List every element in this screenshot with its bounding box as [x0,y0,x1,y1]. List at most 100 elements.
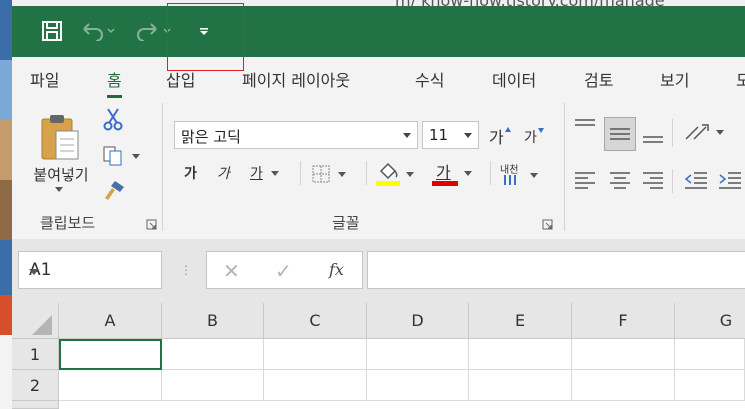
undo-icon [83,23,115,41]
cut-button[interactable] [102,107,124,131]
cell-g2[interactable] [675,370,745,401]
tab-page-layout[interactable]: 페이지 레이아웃 [242,67,350,91]
font-size-dropdown[interactable]: 11 [422,121,479,149]
decrease-indent-icon [684,172,707,189]
name-box[interactable]: A1 [18,251,162,289]
font-color-button[interactable]: 가 [432,159,472,187]
save-button[interactable] [38,18,66,44]
copy-button[interactable] [102,145,140,167]
paste-dropdown-icon[interactable] [55,187,63,192]
tab-formulas[interactable]: 수식 [415,67,444,91]
enter-button[interactable]: ✓ [275,259,292,283]
align-right-button[interactable] [642,171,664,189]
tab-insert[interactable]: 삽입 [166,67,195,91]
customize-qat-icon [200,28,208,35]
orientation-button[interactable] [684,121,724,143]
borders-button[interactable] [312,165,346,183]
cell-f2[interactable] [572,370,675,401]
customize-qat-button[interactable] [194,18,214,44]
cell-d1[interactable] [367,339,469,370]
orientation-dropdown-icon[interactable] [716,129,724,135]
bold-button[interactable]: 가 [184,163,197,183]
align-right-icon [643,172,663,189]
fill-color-dropdown-icon[interactable] [406,171,414,177]
title-bar [12,6,745,57]
column-header-f[interactable]: F [572,303,675,339]
copy-icon [103,146,122,166]
phonetic-dropdown-icon[interactable] [530,172,538,178]
decrease-indent-button[interactable] [684,171,708,189]
group-divider [162,103,163,231]
formula-bar-grip[interactable]: ⋮ [180,263,192,277]
paste-label: 붙여넣기 [33,166,89,184]
redo-button[interactable] [134,18,176,44]
underline-dropdown-icon[interactable] [270,170,279,176]
font-name-value: 맑은 고딕 [181,128,241,146]
phonetic-icon: 내천 [498,161,524,189]
insert-function-button[interactable]: fx [329,260,344,279]
column-header-e[interactable]: E [469,303,572,339]
cell-e1[interactable] [469,339,572,370]
row-header-3[interactable] [12,401,59,409]
cell-a1[interactable] [59,339,162,370]
align-top-button[interactable] [574,117,596,137]
underline-button[interactable]: 가 [250,163,279,183]
undo-button[interactable] [78,18,120,44]
cell-d2[interactable] [367,370,469,401]
column-header-g[interactable]: G [675,303,745,339]
cell-g1[interactable] [675,339,745,370]
column-header-b[interactable]: B [162,303,264,339]
font-size-value: 11 [429,126,449,144]
align-center-button[interactable] [609,171,631,189]
select-all-corner[interactable] [12,303,59,339]
formula-input[interactable] [367,251,745,289]
tab-home[interactable]: 홈 [107,67,122,98]
tab-data[interactable]: 데이터 [492,67,536,91]
tab-review[interactable]: 검토 [584,67,613,91]
font-launcher-icon[interactable] [542,219,553,230]
cancel-button[interactable]: ✕ [223,259,240,283]
clipboard-icon [41,115,79,160]
scissors-icon [103,108,123,131]
borders-dropdown-icon[interactable] [338,171,346,177]
cell-e2[interactable] [469,370,572,401]
font-name-dropdown[interactable]: 맑은 고딕 [174,121,418,149]
copy-dropdown-icon[interactable] [132,153,140,159]
chevron-down-icon [403,133,411,138]
align-left-button[interactable] [574,171,596,189]
column-header-c[interactable]: C [264,303,367,339]
cell-a2[interactable] [59,370,162,401]
tab-more[interactable]: 도 [736,67,745,91]
chevron-down-icon [29,269,39,275]
italic-button[interactable]: 가 [217,163,230,183]
formula-bar-area: A1 ⋮ ✕ ✓ fx [12,239,745,303]
cell-c1[interactable] [264,339,367,370]
font-color-dropdown-icon[interactable] [464,170,472,176]
column-header-a[interactable]: A [59,303,162,339]
cell-b1[interactable] [162,339,264,370]
align-top-icon [575,119,595,126]
borders-icon [312,165,330,183]
clipboard-launcher-icon[interactable] [146,219,157,230]
tab-view[interactable]: 보기 [660,67,689,91]
increase-indent-icon [719,172,741,189]
cell-b2[interactable] [162,370,264,401]
increase-indent-button[interactable] [718,171,742,189]
format-painter-button[interactable] [102,179,126,201]
column-header-d[interactable]: D [367,303,469,339]
format-painter-icon [105,181,124,200]
row-header-1[interactable]: 1 [12,339,59,370]
paste-button[interactable]: 붙여넣기 [26,107,92,203]
cell-c2[interactable] [264,370,367,401]
phonetic-button[interactable]: 내천 [498,161,538,189]
shrink-font-button[interactable]: 가 [524,127,545,147]
align-middle-button[interactable] [604,117,636,151]
tab-file[interactable]: 파일 [30,67,59,91]
cell-f1[interactable] [572,339,675,370]
row-header-2[interactable]: 2 [12,370,59,401]
align-bottom-button[interactable] [642,127,664,147]
grow-font-button[interactable]: 가 [489,124,512,148]
fill-color-button[interactable] [376,161,414,187]
formula-buttons: ✕ ✓ fx [206,251,363,289]
decrease-font-icon [537,128,544,133]
